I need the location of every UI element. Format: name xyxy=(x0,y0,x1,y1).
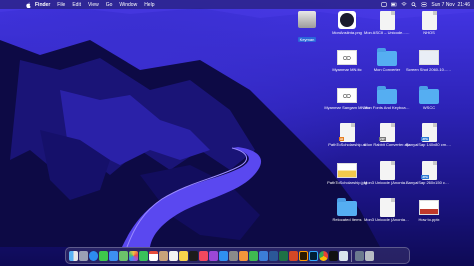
desktop-icon-nhos[interactable]: NHOS xyxy=(406,11,452,35)
status-menus: Sun 7 Nov 21:46 xyxy=(381,0,470,9)
music-icon[interactable] xyxy=(199,250,208,261)
zip-archive-icon: ZIP xyxy=(377,123,397,142)
desktop-icon-wscc[interactable]: WSCC xyxy=(406,86,452,110)
icon-label: Screen Shot 2060-10...09.57.10 xyxy=(406,67,452,72)
desktop-icon-mon-fonts-keyboard[interactable]: Mon Fonts And Keyboar...r macOS xyxy=(364,86,410,110)
menu-bar: Finder File Edit View Go Window Help Sun… xyxy=(0,0,474,9)
desktop-icon-mon-converter[interactable]: Mon Converter xyxy=(364,48,410,72)
icon-label: Mon3 Unicode (Anonta...layout xyxy=(364,217,410,222)
wifi-icon[interactable] xyxy=(401,2,407,7)
safari-icon[interactable] xyxy=(89,250,98,261)
desktop-icon-mon3-bundle[interactable]: Mon3 Unicode (Anonta...ondle xyxy=(364,161,410,185)
spotlight-search-icon[interactable] xyxy=(411,2,417,7)
menu-go[interactable]: Go xyxy=(106,2,113,8)
icon-label: Mon Converter xyxy=(373,67,401,72)
image-file-icon: JPG xyxy=(419,123,439,142)
menu-file[interactable]: File xyxy=(57,2,65,8)
trash-icon[interactable] xyxy=(365,250,374,261)
facetime-icon[interactable] xyxy=(139,250,148,261)
menu-help[interactable]: Help xyxy=(144,2,154,8)
icon-label: BanyaiSap 140x80 cm.jpg xyxy=(406,142,452,147)
maps-icon[interactable] xyxy=(119,250,128,261)
icon-label: Mon Rabbit Converter.zip xyxy=(364,142,410,147)
icon-label: How to.pptx xyxy=(418,217,440,222)
messages-icon[interactable] xyxy=(99,250,108,261)
folder-icon xyxy=(377,86,397,104)
apple-menu-icon[interactable] xyxy=(26,2,31,8)
notes-icon[interactable] xyxy=(179,250,188,261)
mail-icon[interactable] xyxy=(109,250,118,261)
folder-icon xyxy=(337,198,357,216)
keyboard-input-icon[interactable] xyxy=(381,2,388,7)
desktop-icon-mon-ascii-html[interactable]: Mon ASCII – Unicode....rter.html xyxy=(364,11,410,35)
drive-icon xyxy=(297,11,317,29)
photos-icon[interactable] xyxy=(129,250,138,261)
icon-label: BanyaiSap 260x150 cm.jpg xyxy=(406,180,452,185)
finder-icon[interactable] xyxy=(69,250,78,261)
preview-icon[interactable] xyxy=(339,250,348,261)
icon-label: NHOS xyxy=(423,30,435,35)
presentation-thumbnail-icon xyxy=(419,198,439,216)
menu-edit[interactable]: Edit xyxy=(72,2,81,8)
icon-label: Mon3 Unicode (Anonta...ondle xyxy=(364,180,410,185)
desktop-icon-banyaisap-260[interactable]: JPG BanyaiSap 260x150 cm.jpg xyxy=(406,161,452,185)
battery-icon[interactable] xyxy=(391,2,397,7)
pages-icon[interactable] xyxy=(239,250,248,261)
menu-view[interactable]: View xyxy=(88,2,99,8)
reminders-icon[interactable] xyxy=(169,250,178,261)
desktop-icon-mon3-layout[interactable]: Mon3 Unicode (Anonta...layout xyxy=(364,198,410,222)
font-file-icon: ထ xyxy=(337,48,357,66)
document-icon xyxy=(377,11,397,30)
icon-label: Keyman xyxy=(297,37,317,42)
control-center-icon[interactable] xyxy=(421,2,427,7)
contacts-icon[interactable] xyxy=(159,250,168,261)
menubar-clock[interactable]: Sun 7 Nov 21:46 xyxy=(431,2,470,8)
dock xyxy=(65,247,410,264)
app-store-icon[interactable] xyxy=(219,250,228,261)
menu-window[interactable]: Window xyxy=(119,2,137,8)
illustrator-file-icon: AI xyxy=(337,123,357,142)
illustrator-icon[interactable] xyxy=(299,250,308,261)
desktop-icon-banyaisap-140[interactable]: JPG BanyaiSap 140x80 cm.jpg xyxy=(406,123,452,147)
powerpoint-icon[interactable] xyxy=(289,250,298,261)
terminal-icon[interactable] xyxy=(329,250,338,261)
document-icon xyxy=(377,161,397,180)
image-thumbnail-icon xyxy=(337,161,357,179)
word-icon[interactable] xyxy=(269,250,278,261)
icon-label: WSCC xyxy=(422,105,436,110)
chrome-icon[interactable] xyxy=(319,250,328,261)
podcasts-icon[interactable] xyxy=(209,250,218,261)
menu-app-finder[interactable]: Finder xyxy=(35,2,50,8)
image-file-icon: JPG xyxy=(419,161,439,180)
mon-logo-image-icon xyxy=(337,11,357,29)
system-preferences-icon[interactable] xyxy=(229,250,238,261)
folder-icon xyxy=(419,86,439,104)
desktop-icon-how-to-pptx[interactable]: How to.pptx xyxy=(406,198,452,222)
document-icon xyxy=(377,198,397,217)
dock-separator xyxy=(351,249,352,262)
document-icon xyxy=(419,11,439,30)
downloads-stack-icon[interactable] xyxy=(355,250,364,261)
icon-label: Mon ASCII – Unicode....rter.html xyxy=(364,30,410,35)
apple-tv-icon[interactable] xyxy=(189,250,198,261)
desktop-icon-screen-shot[interactable]: Screen Shot 2060-10...09.57.10 xyxy=(406,48,452,72)
numbers-icon[interactable] xyxy=(249,250,258,261)
folder-icon xyxy=(377,48,397,66)
launchpad-icon[interactable] xyxy=(79,250,88,261)
excel-icon[interactable] xyxy=(279,250,288,261)
desktop[interactable]: Finder File Edit View Go Window Help Sun… xyxy=(0,0,474,266)
desktop-icon-mon-rabbit-zip[interactable]: ZIP Mon Rabbit Converter.zip xyxy=(364,123,410,147)
font-file-icon: ထ xyxy=(337,86,357,104)
screenshot-image-icon xyxy=(419,48,439,66)
keynote-icon[interactable] xyxy=(259,250,268,261)
icon-label: Mon Fonts And Keyboar...r macOS xyxy=(364,105,410,110)
photoshop-icon[interactable] xyxy=(309,250,318,261)
calendar-icon[interactable] xyxy=(149,250,158,261)
